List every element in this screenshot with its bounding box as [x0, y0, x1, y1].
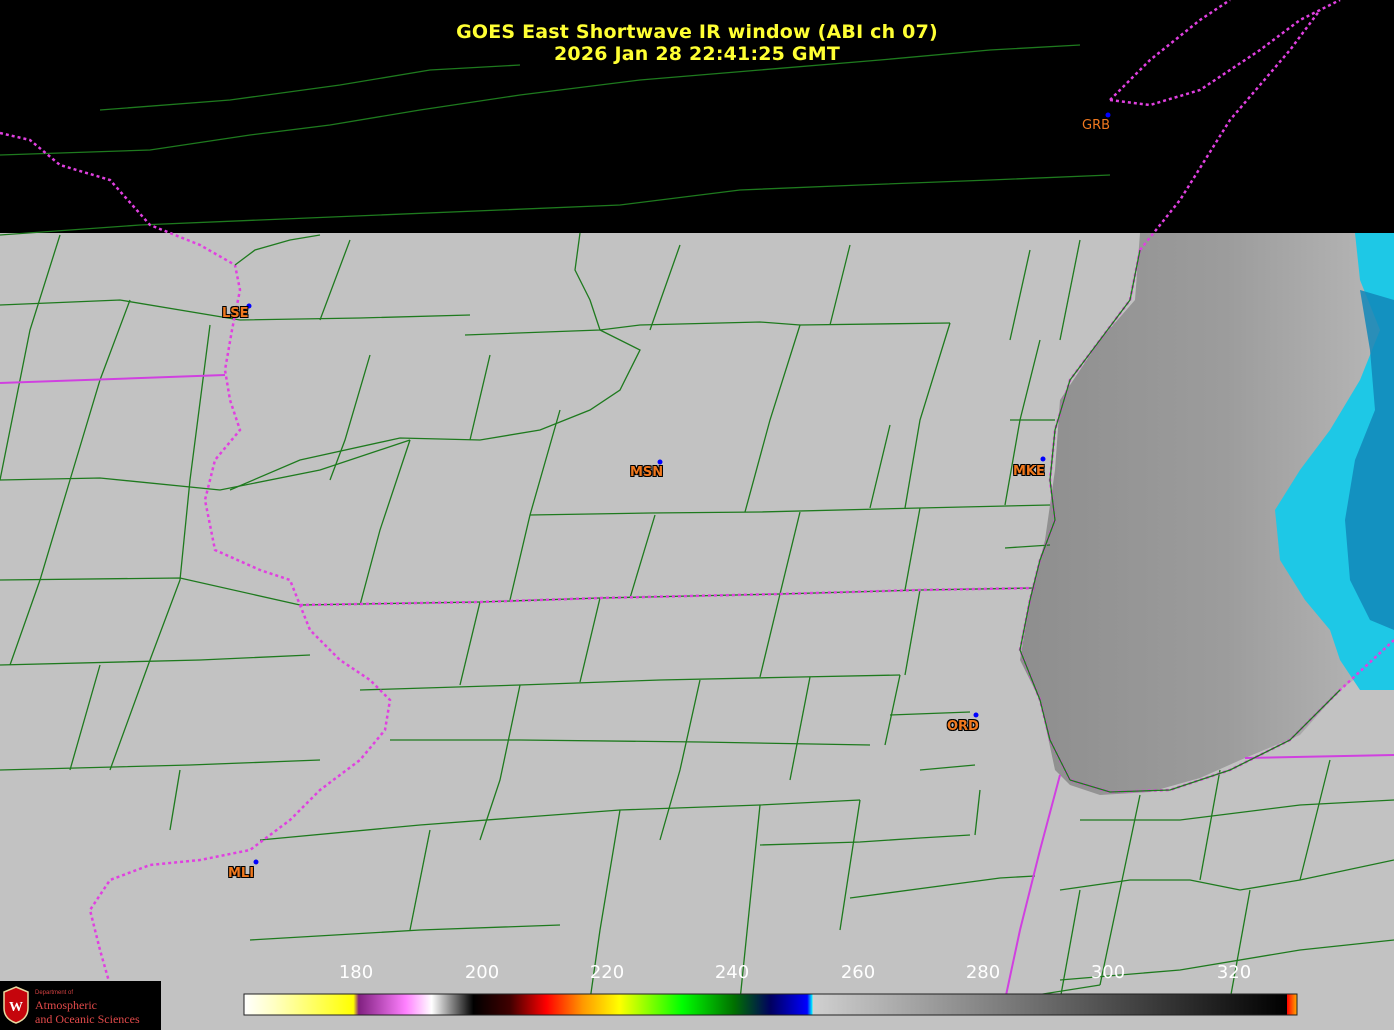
colorbar-tick-300: 300	[1090, 962, 1126, 983]
station-label-ord: ORD	[947, 719, 979, 734]
station-dot-grb	[1105, 112, 1111, 118]
colorbar-end-cap	[1287, 994, 1297, 1015]
aos-logo: W Department of Atmospheric and Oceanic …	[0, 981, 161, 1030]
station-dot-msn	[657, 459, 663, 465]
station-label-mke: MKE	[1013, 464, 1045, 479]
svg-text:W: W	[9, 1000, 23, 1015]
colorbar-tick-320: 320	[1216, 962, 1252, 983]
title-line-1: GOES East Shortwave IR window (ABI ch 07…	[456, 21, 938, 43]
logo-dept-text: Department of	[35, 990, 74, 996]
satellite-map	[0, 0, 1394, 1030]
station-label-grb: GRB	[1082, 118, 1111, 133]
station-label-mli: MLI	[228, 866, 255, 881]
logo-line-2: and Oceanic Sciences	[35, 1012, 140, 1026]
colorbar-tick-220: 220	[589, 962, 625, 983]
station-dot-mke	[1040, 456, 1046, 462]
station-label-lse: LSE	[222, 306, 249, 321]
station-dot-ord	[973, 712, 979, 718]
colorbar-tick-180: 180	[338, 962, 374, 983]
colorbar-tick-200: 200	[464, 962, 500, 983]
logo-line-1: Atmospheric	[35, 998, 97, 1012]
colorbar-tick-240: 240	[714, 962, 750, 983]
uw-crest-icon: W	[3, 986, 29, 1024]
station-dot-mli	[253, 859, 259, 865]
colorbar-tick-280: 280	[965, 962, 1001, 983]
colorbar-gradient	[244, 994, 1287, 1015]
colorbar	[243, 993, 1298, 1016]
station-label-msn: MSN	[630, 465, 664, 480]
colorbar-tick-260: 260	[840, 962, 876, 983]
title-line-2: 2026 Jan 28 22:41:25 GMT	[554, 43, 840, 65]
